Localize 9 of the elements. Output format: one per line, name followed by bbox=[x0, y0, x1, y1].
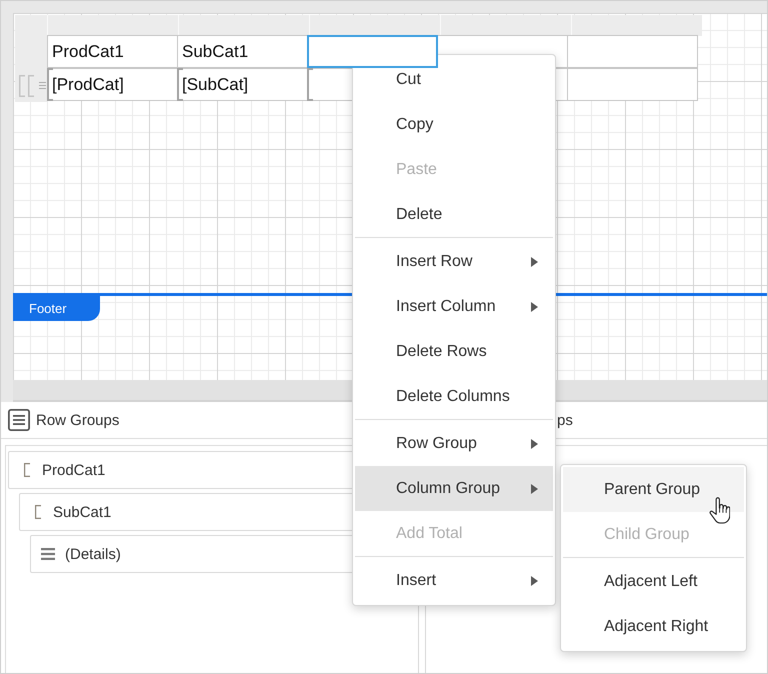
cell-text: [SubCat] bbox=[182, 74, 248, 94]
panel-title: Row Groups bbox=[36, 412, 120, 428]
group-label: (Details) bbox=[65, 546, 121, 562]
cell-text: [ProdCat] bbox=[52, 74, 124, 94]
group-label: ProdCat1 bbox=[42, 462, 106, 478]
panel-title: ps bbox=[557, 412, 573, 428]
cell-text: ProdCat1 bbox=[52, 42, 124, 62]
group-label: SubCat1 bbox=[53, 504, 112, 520]
cell-text: SubCat1 bbox=[182, 42, 248, 62]
